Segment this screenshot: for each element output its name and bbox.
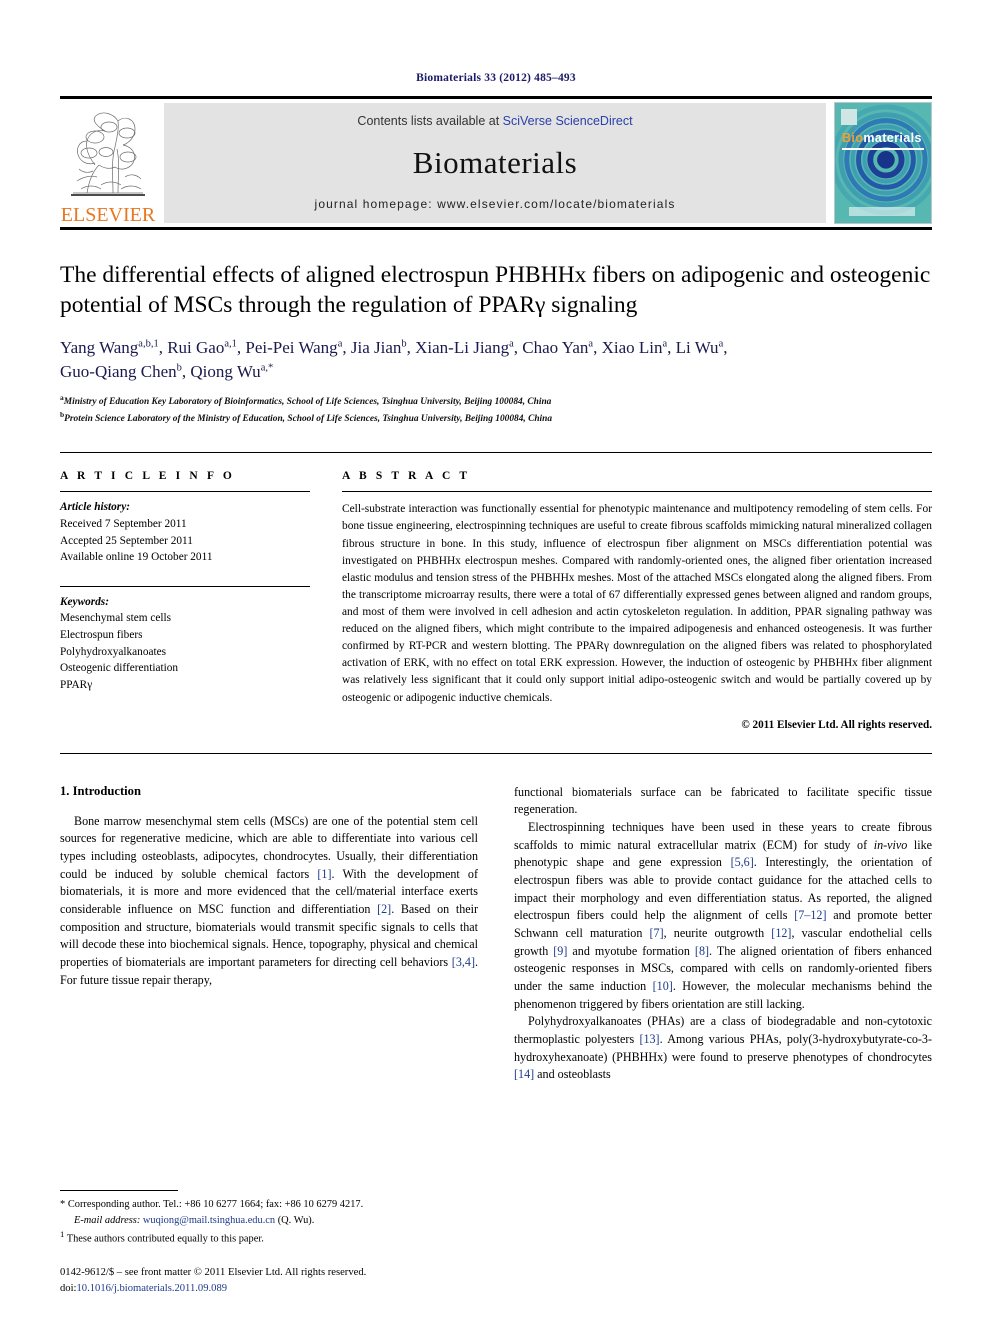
history-item-online: Available online 19 October 2011 bbox=[60, 551, 213, 564]
affiliations: aMinistry of Education Key Laboratory of… bbox=[60, 393, 932, 426]
history-item-accepted: Accepted 25 September 2011 bbox=[60, 534, 193, 547]
cover-title-bio: Bio bbox=[842, 131, 864, 145]
citation-ref[interactable]: [3,4] bbox=[452, 955, 475, 969]
citation-ref[interactable]: [7–12] bbox=[794, 908, 826, 922]
history-item-received: Received 7 September 2011 bbox=[60, 517, 187, 530]
affiliation-b-text: Protein Science Laboratory of the Minist… bbox=[64, 414, 553, 424]
contents-prefix: Contents lists available at bbox=[357, 114, 503, 128]
citation-ref[interactable]: [7] bbox=[650, 926, 664, 940]
keyword-item: Osteogenic differentiation bbox=[60, 662, 179, 675]
cover-footer-band bbox=[849, 207, 915, 216]
article-page: Biomaterials 33 (2012) 485–493 ELSEVIER … bbox=[0, 0, 992, 1323]
body-column-right: functional biomaterials surface can be f… bbox=[514, 784, 932, 1084]
author-line-2: Guo-Qiang Chenb, Qiong Wua,* bbox=[60, 362, 274, 382]
keyword-item: Mesenchymal stem cells bbox=[60, 612, 172, 625]
intro-paragraph-3: Electrospinning techniques have been use… bbox=[514, 819, 932, 1013]
abstract-column: A B S T R A C T Cell-substrate interacti… bbox=[328, 470, 932, 731]
intro-paragraph-1: Bone marrow mesenchymal stem cells (MSCs… bbox=[60, 813, 478, 990]
citation-ref[interactable]: [12] bbox=[771, 926, 791, 940]
email-link[interactable]: wuqiong@mail.tsinghua.edu.cn bbox=[143, 1215, 275, 1226]
keywords-rule bbox=[60, 585, 310, 587]
footnote-corresponding-text: Corresponding author. Tel.: +86 10 6277 … bbox=[67, 1199, 364, 1211]
author-line-1: Yang Wanga,b,1, Rui Gaoa,1, Pei-Pei Wang… bbox=[60, 338, 728, 358]
citation-ref[interactable]: [9] bbox=[553, 944, 567, 958]
footnote-mark-one: 1 bbox=[60, 1229, 65, 1240]
abstract-heading: A B S T R A C T bbox=[342, 470, 471, 483]
footnote-mark-asterisk: * bbox=[60, 1199, 66, 1211]
intro-p3-italic: in-vivo bbox=[873, 837, 908, 852]
intro-paragraph-4: Polyhydroxyalkanoates (PHAs) are a class… bbox=[514, 1013, 932, 1084]
email-suffix: (Q. Wu). bbox=[277, 1214, 315, 1226]
doi-line: doi:10.1016/j.biomaterials.2011.09.089 bbox=[60, 1281, 520, 1297]
citation-ref[interactable]: [2] bbox=[377, 902, 391, 916]
citation-ref[interactable]: [5,6] bbox=[731, 855, 754, 869]
section-heading-introduction: 1. Introduction bbox=[60, 783, 141, 798]
abstract-rule bbox=[342, 491, 932, 493]
doi-link[interactable]: 10.1016/j.biomaterials.2011.09.089 bbox=[76, 1283, 227, 1294]
masthead-center-band: Contents lists available at SciVerse Sci… bbox=[164, 103, 826, 223]
citation-ref[interactable]: [14] bbox=[514, 1067, 534, 1081]
intro-p3-seg-g: and myotube formation bbox=[567, 943, 695, 958]
abstract-copyright: © 2011 Elsevier Ltd. All rights reserved… bbox=[741, 718, 932, 731]
info-top-rule bbox=[60, 452, 932, 454]
footnote-block: * Corresponding author. Tel.: +86 10 627… bbox=[60, 1190, 490, 1247]
footnote-divider bbox=[60, 1190, 178, 1192]
intro-p4-seg-c: and osteoblasts bbox=[534, 1067, 611, 1082]
intro-p3-seg-e: , neurite outgrowth bbox=[663, 925, 772, 940]
affiliation-a-text: Ministry of Education Key Laboratory of … bbox=[63, 397, 552, 408]
elsevier-logo: ELSEVIER bbox=[60, 99, 156, 227]
doi-label: doi: bbox=[60, 1283, 77, 1295]
cover-title: Biomaterials bbox=[842, 131, 922, 145]
intro-paragraph-2: functional biomaterials surface can be f… bbox=[514, 784, 932, 817]
elsevier-tree-icon bbox=[65, 107, 151, 205]
body-columns: 1. Introduction Bone marrow mesenchymal … bbox=[60, 784, 932, 1084]
footnote-equal-contribution: 1 These authors contributed equally to t… bbox=[60, 1228, 490, 1247]
article-info-column: A R T I C L E I N F O Article history: R… bbox=[60, 470, 328, 730]
article-info-heading: A R T I C L E I N F O bbox=[60, 470, 235, 483]
cover-elsevier-mark-icon bbox=[841, 109, 857, 125]
contents-available-line: Contents lists available at SciVerse Sci… bbox=[357, 114, 632, 128]
journal-masthead: ELSEVIER Contents lists available at Sci… bbox=[60, 96, 932, 230]
author-list: Yang Wanga,b,1, Rui Gaoa,1, Pei-Pei Wang… bbox=[60, 336, 932, 384]
sciencedirect-link[interactable]: SciVerse ScienceDirect bbox=[503, 114, 633, 128]
cover-underline bbox=[842, 148, 924, 150]
keywords-list: Keywords: Mesenchymal stem cells Electro… bbox=[60, 594, 310, 694]
affiliation-a: aMinistry of Education Key Laboratory of… bbox=[60, 393, 552, 408]
citation-ref[interactable]: [10] bbox=[653, 979, 673, 993]
issn-line: 0142-9612/$ – see front matter © 2011 El… bbox=[60, 1267, 367, 1279]
cover-title-materials: materials bbox=[863, 131, 922, 145]
journal-homepage-link[interactable]: journal homepage: www.elsevier.com/locat… bbox=[315, 197, 676, 211]
info-abstract-row: A R T I C L E I N F O Article history: R… bbox=[60, 470, 932, 731]
body-column-left: 1. Introduction Bone marrow mesenchymal … bbox=[60, 784, 478, 1084]
abstract-bottom-rule bbox=[60, 752, 932, 754]
title-block: The differential effects of aligned elec… bbox=[60, 260, 932, 426]
keyword-item: Electrospun fibers bbox=[60, 628, 143, 641]
journal-cover-thumbnail[interactable]: Biomaterials bbox=[834, 102, 932, 224]
journal-title: Biomaterials bbox=[412, 144, 578, 180]
intro-p3-seg-a: Electrospinning techniques have been use… bbox=[514, 819, 932, 852]
article-history: Article history: Received 7 September 20… bbox=[60, 499, 310, 565]
keyword-item: Polyhydroxyalkanoates bbox=[60, 645, 167, 658]
email-label: E-mail address: bbox=[74, 1214, 141, 1226]
citation-ref[interactable]: [1] bbox=[317, 867, 331, 881]
footnote-equal-text: These authors contributed equally to thi… bbox=[66, 1233, 264, 1245]
keyword-item: PPARγ bbox=[60, 678, 93, 691]
footnote-corresponding-author: * Corresponding author. Tel.: +86 10 627… bbox=[60, 1197, 490, 1228]
keywords-label: Keywords: bbox=[60, 595, 109, 608]
page-title: The differential effects of aligned elec… bbox=[60, 262, 931, 319]
abstract-text: Cell-substrate interaction was functiona… bbox=[342, 503, 932, 704]
elsevier-wordmark: ELSEVIER bbox=[60, 204, 156, 226]
citation-ref[interactable]: [13] bbox=[639, 1032, 659, 1046]
running-head: Biomaterials 33 (2012) 485–493 bbox=[416, 72, 576, 84]
article-history-label: Article history: bbox=[60, 501, 130, 514]
masthead-bottom-rule bbox=[60, 227, 932, 230]
article-info-rule bbox=[60, 491, 310, 493]
imprint-block: 0142-9612/$ – see front matter © 2011 El… bbox=[60, 1265, 520, 1297]
affiliation-b: bProtein Science Laboratory of the Minis… bbox=[60, 409, 553, 424]
citation-ref[interactable]: [8] bbox=[695, 944, 709, 958]
